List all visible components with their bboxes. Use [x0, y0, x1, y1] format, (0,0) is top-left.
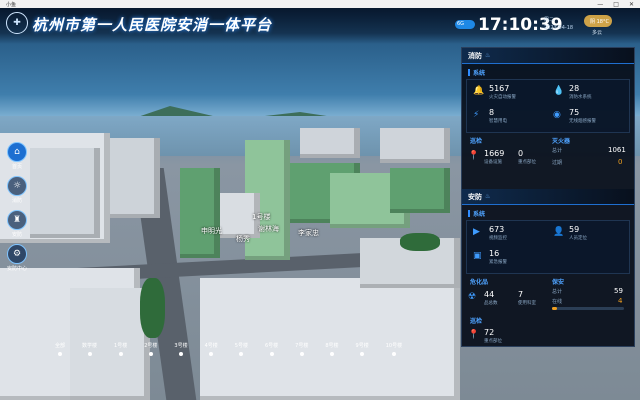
alarm-icon: ▣ — [473, 251, 482, 261]
security-middle-row: 危化品 保安 ☢ 44 品总数 7 使用科室 总计 59 在线 4 — [462, 274, 634, 314]
person-icon: 👤 — [553, 227, 565, 237]
fire-bottom-row: 巡检 灭火器 📍 1669 设备设施 0 重点部位 总计 1061 过期 0 — [468, 138, 626, 166]
fire-section-icon: ♨ — [485, 52, 491, 59]
smoke-detector-icon: ◉ — [553, 110, 561, 120]
pin-icon: 📍 — [468, 151, 480, 161]
nav-security[interactable]: ♜ 安防 — [6, 210, 28, 238]
extinguisher-expired-value: 0 — [618, 158, 623, 166]
building — [380, 128, 450, 163]
hospital-building — [390, 168, 450, 213]
guard-total-label: 总计 — [552, 289, 563, 295]
fire-system-box: 🔔 5167 火灾自动报警 💧 28 消防水系统 ⚡ 8 智慧用电 ◉ 75 无… — [466, 79, 630, 133]
settings-icon: ⚙ — [7, 244, 27, 264]
map-marker[interactable]: 1号楼 — [252, 212, 270, 222]
nav-label: 安防中心 — [6, 266, 27, 272]
pin-icon: 📍 — [468, 330, 480, 340]
floor-tab[interactable]: 8号楼 — [325, 342, 339, 356]
stats-panel: 消防 ♨ 系统 🔔 5167 火灾自动报警 💧 28 消防水系统 ⚡ 8 智慧用电… — [461, 47, 635, 347]
building — [300, 128, 360, 158]
floor-tabs: 全部 数学楼 1号楼 2号楼 3号楼 4号楼 5号楼 6号楼 7号楼 8号楼 9… — [55, 342, 402, 356]
security-section-icon: ♨ — [485, 193, 491, 200]
page-title: 杭州市第一人民医院安消一体平台 — [32, 16, 273, 34]
floor-tab[interactable]: 9号楼 — [356, 342, 369, 356]
map-marker[interactable]: 杨秀 — [236, 234, 250, 244]
window-title-bar: 小鱼 — □ ✕ — [0, 0, 640, 8]
hospital-building — [180, 168, 220, 258]
power-icon: ⚡ — [473, 110, 480, 120]
maximize-button[interactable]: □ — [613, 1, 619, 8]
minimize-button[interactable]: — — [597, 1, 603, 8]
window-title: 小鱼 — [6, 1, 17, 8]
floor-tab[interactable]: 2号楼 — [144, 342, 157, 356]
camera-icon: ▶ — [473, 227, 480, 237]
floor-tab[interactable]: 3号楼 — [174, 342, 188, 356]
date-block: 周二 2023-04-18 — [544, 16, 573, 32]
security-patrol-header: 巡检 — [470, 318, 483, 325]
nav-label: 安防 — [11, 232, 22, 238]
floor-tab[interactable]: 5号楼 — [235, 342, 248, 356]
date: 2023-04-18 — [544, 25, 574, 31]
floor-tab[interactable]: 1号楼 — [114, 342, 127, 356]
extinguisher-expired-label: 过期 — [552, 160, 563, 166]
floor-tab[interactable]: 全部 — [55, 342, 65, 356]
hazard-header: 危化品 — [470, 279, 489, 286]
security-section-title: 安防 ♨ — [462, 189, 634, 205]
floor-tab[interactable]: 4号楼 — [205, 342, 218, 356]
fire-section-title: 消防 ♨ — [462, 48, 634, 64]
building — [30, 148, 100, 238]
security-patrol-row: 巡检 📍 72 重点部位 — [468, 318, 502, 344]
extinguisher-total-value: 1061 — [608, 146, 626, 154]
floor-tab[interactable]: 7号楼 — [295, 342, 308, 356]
floor-tab[interactable]: 10号楼 — [386, 342, 402, 356]
trees — [140, 278, 165, 338]
mode-toggle[interactable]: 6G — [455, 20, 475, 29]
fire-extinguisher-header: 灭火器 — [552, 138, 571, 145]
bell-icon: 🔔 — [473, 86, 485, 96]
security-system-box: ▶ 673 视频监控 👤 59 人员定位 ▣ 16 紧急报警 — [466, 220, 630, 274]
water-drop-icon: 💧 — [553, 86, 565, 96]
weekday: 周二 — [544, 17, 555, 23]
guard-online-value: 4 — [618, 297, 623, 305]
security-system-header: 系统 — [462, 205, 634, 220]
nav-label: 首页 — [11, 164, 22, 170]
guard-header: 保安 — [552, 279, 565, 286]
fire-icon: ☼ — [7, 176, 27, 196]
guard-online-label: 在线 — [552, 299, 563, 305]
fire-patrol-header: 巡检 — [470, 138, 483, 145]
guard-total-value: 59 — [614, 287, 623, 295]
hospital-logo-icon: ✚ — [6, 12, 28, 34]
building — [110, 138, 160, 218]
weather-sub: 多云 — [592, 30, 603, 36]
nav-home[interactable]: ⌂ 首页 — [6, 142, 28, 170]
home-icon: ⌂ — [7, 142, 27, 162]
floor-tab[interactable]: 数学楼 — [82, 342, 97, 356]
map-marker[interactable]: 李家忠 — [298, 228, 319, 238]
nav-label: 消防 — [11, 198, 22, 204]
map-marker[interactable]: 申明光 — [201, 226, 222, 236]
trees — [400, 233, 440, 251]
weather-text: 阴 18°C — [590, 19, 609, 25]
building — [200, 278, 460, 400]
close-button[interactable]: ✕ — [629, 1, 634, 8]
radiation-icon: ☢ — [468, 292, 477, 302]
floor-tab[interactable]: 6号楼 — [265, 342, 278, 356]
map-marker[interactable]: 谢林海 — [258, 224, 279, 234]
nav-security-center[interactable]: ⚙ 安防中心 — [6, 244, 28, 272]
fire-system-header: 系统 — [462, 64, 634, 79]
extinguisher-total-label: 总计 — [552, 148, 563, 154]
nav-fire[interactable]: ☼ 消防 — [6, 176, 28, 204]
guard-online-progress — [552, 307, 624, 310]
shield-icon: ♜ — [7, 210, 27, 230]
